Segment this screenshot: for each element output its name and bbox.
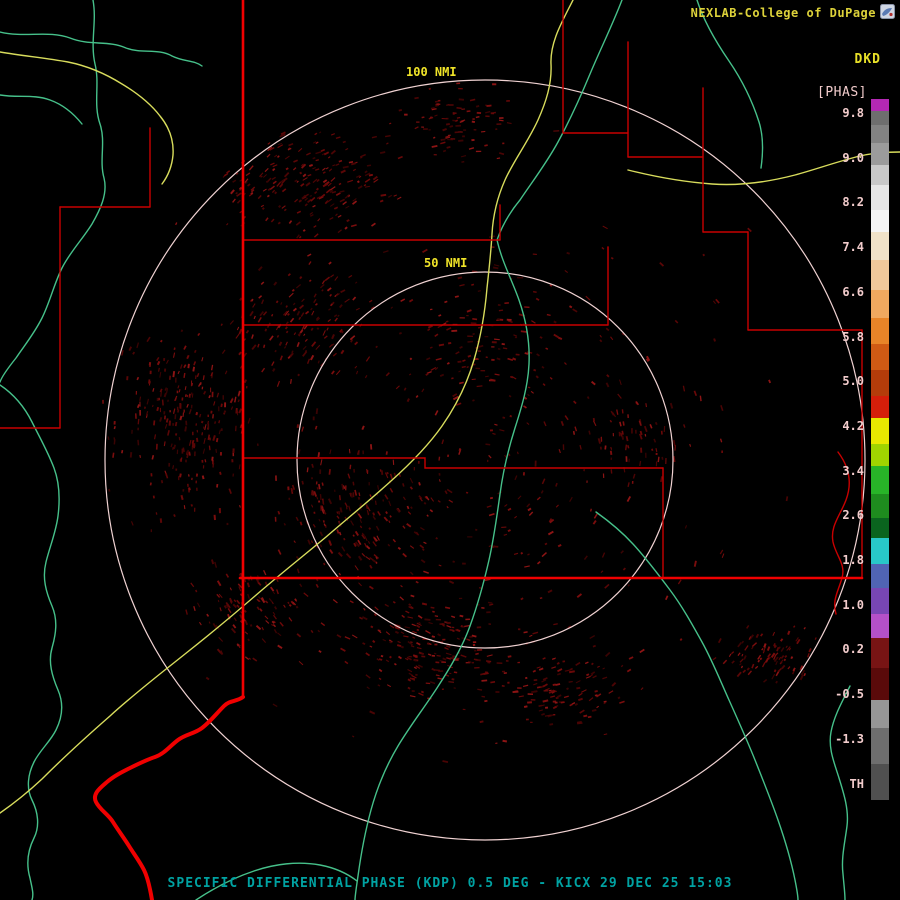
colorbar-segment [871,210,889,232]
radar-display: 100 NMI 50 NMI NEXLAB-College of DuPage … [0,0,900,900]
product-code-label: DKD [854,52,881,67]
colorbar-segment [871,143,889,165]
colorbar-segment [871,232,889,260]
colorbar-segment [871,638,889,668]
rivers-yellow [0,0,900,814]
colorbar-segment [871,668,889,700]
radar-map [0,0,900,900]
state-border-river [93,695,245,900]
brand-text: NEXLAB-College of DuPage [690,6,876,20]
colorbar-segment [871,538,889,564]
colorbar-segment [871,614,889,638]
colorbar-segment [871,260,889,290]
colorbar-segment [871,344,889,370]
colorbar-segment [871,466,889,494]
colorbar [871,99,889,800]
colorbar-segment [871,111,889,125]
range-ring [296,271,674,649]
colorbar-units-label: [PHAS] [817,85,867,100]
colorbar-segment [871,494,889,518]
colorbar-segment [871,700,889,728]
colorbar-segment [871,396,889,418]
nexlab-logo-icon [880,4,895,19]
range-ring-label-50nmi: 50 NMI [422,256,470,270]
colorbar-segment [871,418,889,444]
range-ring [104,79,866,841]
colorbar-segment [871,764,889,800]
range-ring-label-100nmi: 100 NMI [404,65,459,79]
county-borders [0,0,863,615]
colorbar-segment [871,185,889,210]
colorbar-segment [871,564,889,588]
colorbar-segment [871,290,889,318]
colorbar-segment [871,518,889,538]
colorbar-segment [871,165,889,185]
radar-echo-speckles [102,82,817,763]
status-bar-text: SPECIFIC DIFFERENTIAL PHASE (KDP) 0.5 DE… [167,876,733,891]
colorbar-segment [871,728,889,764]
colorbar-segment [871,444,889,466]
colorbar-segment [871,125,889,143]
colorbar-segment [871,99,889,111]
colorbar-segment [871,318,889,344]
colorbar-segment [871,588,889,614]
colorbar-segment [871,370,889,396]
rivers-teal [0,0,851,900]
